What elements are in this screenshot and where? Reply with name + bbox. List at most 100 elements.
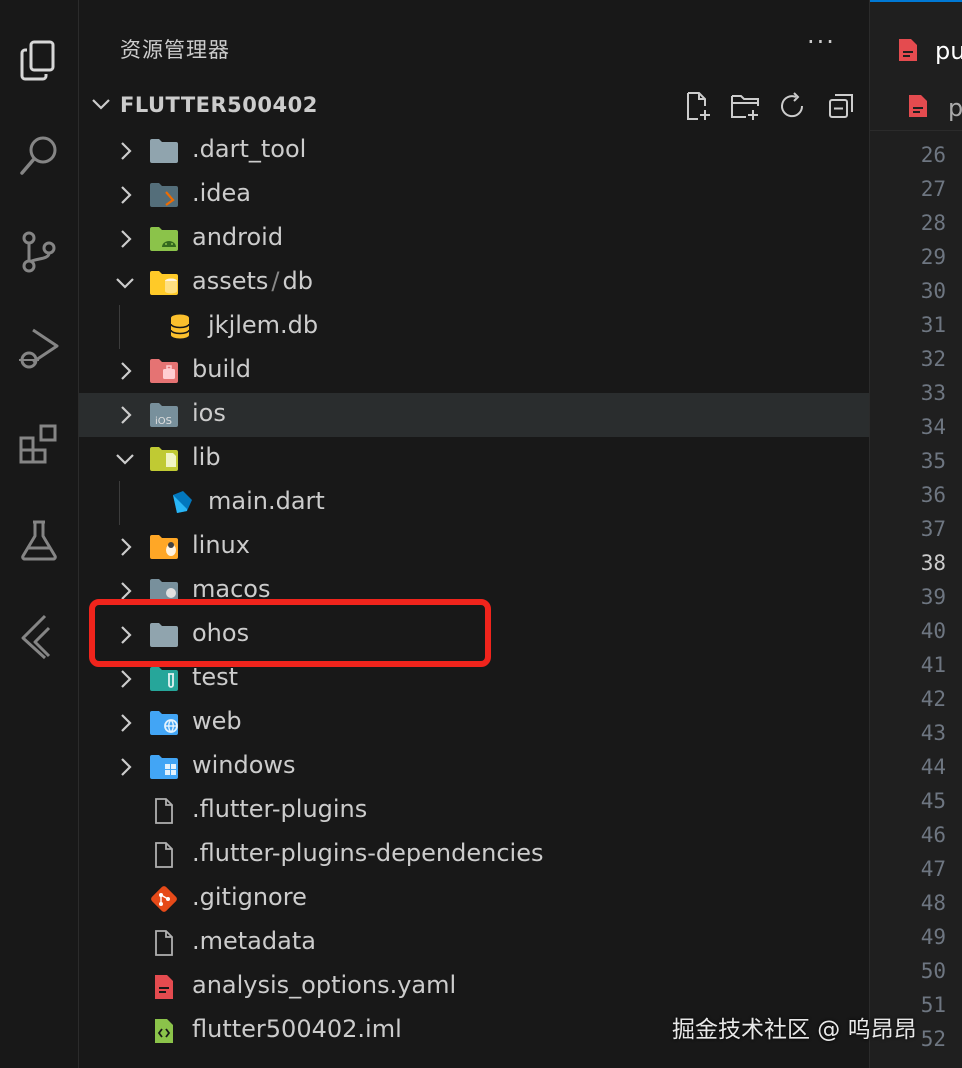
new-folder-icon: [731, 95, 759, 120]
breadcrumb[interactable]: p: [870, 84, 962, 131]
chevron-right-icon[interactable]: [113, 755, 137, 779]
web-folder-icon: [149, 709, 179, 737]
testing-icon[interactable]: [0, 504, 78, 576]
search-icon[interactable]: [0, 120, 78, 192]
file-icon: [149, 841, 179, 869]
chevron-down-icon[interactable]: [113, 447, 137, 471]
indent-guide: [119, 305, 120, 349]
folder-icon: [149, 137, 179, 165]
file-row[interactable]: main.dart: [79, 481, 869, 525]
tree-item-name: analysis_options.yaml: [192, 971, 457, 999]
line-number: 41: [920, 653, 946, 677]
compact-folder-suffix[interactable]: db: [283, 267, 313, 295]
tree-item-label: flutter500402.iml: [192, 1015, 402, 1043]
editor-tab[interactable]: pu: [870, 0, 962, 86]
tree-item-label: build: [192, 355, 251, 383]
line-number: 37: [920, 517, 946, 541]
ios-folder-icon: iOS: [149, 401, 179, 429]
tree-item-label: .idea: [192, 179, 251, 207]
folder-row[interactable]: lib: [79, 437, 869, 481]
folder-row[interactable]: .idea: [79, 173, 869, 217]
collapse-all-icon: [829, 94, 853, 118]
yaml-file-icon: [909, 95, 927, 117]
new-file-button[interactable]: [681, 90, 713, 122]
tree-item-name: windows: [192, 751, 296, 779]
folder-row[interactable]: web: [79, 701, 869, 745]
flutter-icon[interactable]: [0, 600, 78, 672]
new-folder-button[interactable]: [729, 90, 761, 122]
line-number: 34: [920, 415, 946, 439]
workspace-header[interactable]: FLUTTER500402: [79, 84, 869, 128]
tree-item-name: .idea: [192, 179, 252, 207]
file-row[interactable]: analysis_options.yaml: [79, 965, 869, 1009]
svg-text:iOS: iOS: [155, 416, 172, 427]
tree-item-name: test: [192, 663, 239, 691]
collapse-all-button[interactable]: [825, 90, 857, 122]
file-row[interactable]: .flutter-plugins-dependencies: [79, 833, 869, 877]
tree-item-name: ios: [192, 399, 226, 427]
line-number: 28: [920, 211, 946, 235]
line-number: 49: [920, 925, 946, 949]
tab-label: pu: [935, 37, 962, 65]
tree-item-name: .flutter-plugins: [192, 795, 368, 823]
file-row[interactable]: jkjlem.db: [79, 305, 869, 349]
file-row[interactable]: .metadata: [79, 921, 869, 965]
chevron-right-icon[interactable]: [113, 359, 137, 383]
folder-row[interactable]: linux: [79, 525, 869, 569]
run-debug-icon[interactable]: [0, 312, 78, 384]
windows-folder-icon: [149, 753, 179, 781]
tree-item-name: .gitignore: [192, 883, 307, 911]
line-number: 48: [920, 891, 946, 915]
dart-icon: [165, 489, 195, 517]
new-file-icon: [687, 92, 710, 120]
source-control-icon[interactable]: [0, 216, 78, 288]
chevron-right-icon[interactable]: [113, 403, 137, 427]
line-number: 43: [920, 721, 946, 745]
line-number: 46: [920, 823, 946, 847]
tree-item-label: lib: [192, 443, 221, 471]
tree-item-label: windows: [192, 751, 296, 779]
tree-item-label: android: [192, 223, 283, 251]
explorer-icon[interactable]: [0, 24, 78, 96]
refresh-button[interactable]: [777, 90, 809, 122]
chevron-right-icon[interactable]: [113, 227, 137, 251]
chevron-right-icon[interactable]: [113, 183, 137, 207]
chevron-right-icon[interactable]: [113, 711, 137, 735]
tree-item-name: web: [192, 707, 242, 735]
file-row[interactable]: .gitignore: [79, 877, 869, 921]
folder-row[interactable]: android: [79, 217, 869, 261]
chevron-down-icon: [92, 99, 110, 110]
tree-item-label: ios: [192, 399, 226, 427]
folder-row[interactable]: .dart_tool: [79, 129, 869, 173]
chevron-right-icon[interactable]: [113, 139, 137, 163]
tree-item-name: android: [192, 223, 284, 251]
folder-row[interactable]: windows: [79, 745, 869, 789]
tree-item-label: web: [192, 707, 242, 735]
extensions-icon[interactable]: [0, 408, 78, 480]
watermark: 掘金技术社区 @ 呜昂昂: [672, 1017, 917, 1043]
chevron-right-icon[interactable]: [113, 667, 137, 691]
tree-item-label: jkjlem.db: [208, 311, 318, 339]
path-separator: /: [271, 267, 280, 295]
assets-folder-icon: [149, 269, 179, 297]
chevron-down-icon[interactable]: [113, 271, 137, 295]
chevron-right-icon[interactable]: [113, 535, 137, 559]
folder-row[interactable]: build: [79, 349, 869, 393]
folder-row[interactable]: assets / db: [79, 261, 869, 305]
tree-item-name: .dart_tool: [192, 135, 307, 163]
yaml-icon: [149, 973, 179, 1001]
line-number: 42: [920, 687, 946, 711]
line-number: 36: [920, 483, 946, 507]
more-actions-button[interactable]: ···: [807, 28, 836, 56]
explorer-sidebar: 资源管理器 ··· FLUTTER500402 .dart_tool .idea a…: [79, 0, 870, 1068]
tree-item-label: .metadata: [192, 927, 316, 955]
tree-item-name: .flutter-plugins-dependencies: [192, 839, 544, 867]
line-number: 38: [920, 551, 946, 575]
line-number: 50: [920, 959, 946, 983]
file-row[interactable]: .flutter-plugins: [79, 789, 869, 833]
database-icon: [165, 313, 195, 341]
line-number: 44: [920, 755, 946, 779]
tree-item-name: linux: [192, 531, 250, 559]
folder-row[interactable]: iOS ios: [79, 393, 869, 437]
line-number: 32: [920, 347, 946, 371]
